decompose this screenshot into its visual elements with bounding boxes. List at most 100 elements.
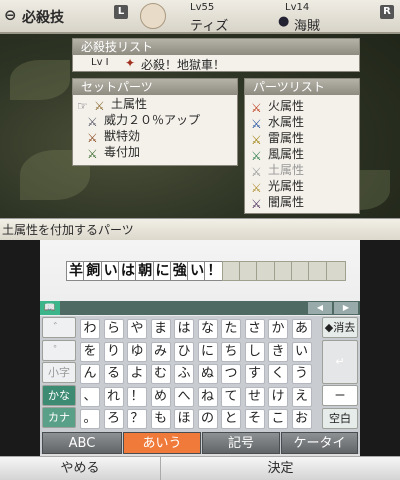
kana-key[interactable]: こ — [268, 409, 288, 429]
set-part-row[interactable]: ⚔ 威力２０％アップ — [87, 113, 201, 129]
kana-key[interactable]: の — [197, 409, 218, 429]
set-part-row[interactable]: ⚔ 毒付加 — [87, 145, 140, 161]
mode-keitai-button[interactable]: ケータイ — [281, 432, 358, 454]
kana-key[interactable]: に — [197, 341, 218, 362]
mode-symbol-button[interactable]: 記号 — [202, 432, 280, 454]
long-vowel-key[interactable]: ー — [322, 385, 358, 406]
kana-key[interactable]: ゆ — [127, 341, 147, 362]
kana-key[interactable]: ろ — [103, 409, 124, 429]
l-button-icon[interactable]: L — [114, 5, 128, 19]
pointer-hand-icon: ☞ — [77, 99, 88, 113]
r-button-icon[interactable]: R — [380, 5, 394, 19]
kana-key[interactable]: よ — [127, 364, 147, 384]
kana-key[interactable]: き — [268, 341, 288, 362]
kana-key[interactable]: ね — [197, 386, 218, 407]
kana-key[interactable]: け — [268, 386, 288, 407]
kana-key[interactable]: す — [244, 364, 265, 384]
enemy-name: 海賊 — [294, 19, 321, 34]
kana-key[interactable]: い — [291, 341, 312, 362]
confirm-button[interactable]: 決定 — [160, 456, 400, 480]
description-bar: 土属性を付加するパーツ — [0, 218, 400, 240]
kana-key[interactable]: へ — [174, 386, 194, 407]
kana-key[interactable]: た — [221, 319, 241, 339]
kana-key[interactable]: む — [150, 364, 171, 384]
mode-hiragana-button[interactable]: あいう — [123, 432, 201, 454]
scroll-left-icon[interactable]: ◀ — [308, 302, 332, 314]
kana-key[interactable]: り — [103, 341, 124, 362]
part-row[interactable]: ⚔ 闇属性 — [251, 195, 304, 211]
kana-key[interactable]: お — [291, 409, 312, 429]
kana-key[interactable]: あ — [291, 319, 312, 339]
modifier-key[interactable]: 小字 — [42, 362, 76, 383]
kana-key[interactable]: ほ — [174, 409, 194, 429]
kana-key[interactable]: え — [291, 386, 312, 407]
scroll-right-icon[interactable]: ▶ — [334, 302, 358, 314]
kana-key[interactable]: て — [221, 386, 241, 407]
part-row-disabled[interactable]: ⚔ 土属性 — [251, 163, 304, 179]
sword-icon: ⚔ — [251, 197, 262, 211]
kana-key[interactable]: ら — [103, 319, 124, 339]
kana-key[interactable]: か — [268, 319, 288, 339]
status-header: ⊖ 必殺技 L Lv55 ティズ Lv14 ● 海賊 R — [0, 0, 400, 34]
part-row[interactable]: ⚔ 火属性 — [251, 99, 304, 115]
kana-key[interactable]: を — [80, 341, 100, 362]
sword-icon: ⚔ — [251, 101, 262, 115]
kana-key[interactable]: つ — [221, 364, 241, 384]
enemy-level: Lv14 — [285, 2, 310, 13]
set-part-row[interactable]: ⚔ 獣特効 — [87, 129, 140, 145]
part-row[interactable]: ⚔ 風属性 — [251, 147, 304, 163]
kana-key[interactable]: せ — [244, 386, 265, 407]
kana-key[interactable]: は — [174, 319, 194, 339]
part-row[interactable]: ⚔ 雷属性 — [251, 131, 304, 147]
part-row[interactable]: ⚔ 光属性 — [251, 179, 305, 195]
sword-icon: ⚔ — [94, 99, 105, 113]
kana-key[interactable]: み — [150, 341, 171, 362]
kana-key[interactable]: る — [103, 364, 124, 384]
kana-key[interactable]: わ — [80, 319, 100, 339]
kana-key[interactable]: ち — [221, 341, 241, 362]
kana-key[interactable]: 、 — [80, 386, 100, 407]
kana-key[interactable]: な — [197, 319, 218, 339]
enter-key[interactable]: ↵ — [322, 340, 358, 384]
kana-key[interactable]: や — [127, 319, 147, 339]
part-label: 水属性 — [268, 115, 305, 129]
kana-key[interactable]: め — [150, 386, 171, 407]
back-arrow-icon[interactable]: ⊖ — [4, 6, 17, 24]
kana-key[interactable]: れ — [103, 386, 124, 407]
delete-key[interactable]: ◆消去 — [322, 317, 358, 338]
parts-list-title: パーツリスト — [245, 79, 359, 95]
input-char-cell — [325, 261, 346, 281]
part-row[interactable]: ⚔ 水属性 — [251, 115, 305, 131]
cancel-button[interactable]: やめる — [0, 456, 160, 480]
kana-key[interactable]: く — [268, 364, 288, 384]
mode-abc-button[interactable]: ABC — [42, 432, 122, 454]
set-part-row[interactable]: ☞ ⚔ 土属性 — [77, 97, 148, 113]
kana-key[interactable]: そ — [244, 409, 265, 429]
kana-key[interactable]: う — [291, 364, 312, 384]
skill-name[interactable]: 必殺！地獄車！ — [141, 56, 225, 73]
dictionary-tab-icon[interactable]: 📖 — [40, 301, 60, 315]
space-key[interactable]: 空白 — [322, 408, 358, 429]
kana-key[interactable]: ！ — [127, 386, 147, 407]
modifier-key[interactable]: ゜ — [42, 339, 76, 361]
modifier-key[interactable]: ゛ — [42, 317, 76, 338]
kana-key[interactable]: 。 — [80, 409, 100, 429]
kana-mode-key[interactable]: かな — [42, 384, 76, 406]
kana-key[interactable]: ？ — [127, 409, 147, 429]
set-part-label: 威力２０％アップ — [104, 113, 201, 127]
kana-key[interactable]: ふ — [174, 364, 194, 384]
kana-key[interactable]: し — [244, 341, 265, 362]
kana-key[interactable]: ま — [150, 319, 171, 339]
kana-key[interactable]: ん — [80, 364, 100, 384]
kana-key[interactable]: さ — [244, 319, 265, 339]
screen-title: 必殺技 — [22, 10, 64, 26]
kana-key[interactable]: ぬ — [197, 364, 218, 384]
kana-key[interactable]: と — [221, 409, 241, 429]
kana-key[interactable]: も — [150, 409, 171, 429]
kana-key[interactable]: ひ — [174, 341, 194, 362]
skill-icon: ✦ — [125, 56, 136, 70]
katakana-mode-key[interactable]: カナ — [42, 407, 76, 428]
keyboard-panel: 羊飼いは朝に強い！ 📖 ◀ ▶ ゛゜小字 かな カナわらやまはなたさかあをりゆみひに… — [40, 240, 360, 480]
part-label: 光属性 — [268, 179, 305, 193]
set-part-label: 土属性 — [111, 97, 148, 111]
